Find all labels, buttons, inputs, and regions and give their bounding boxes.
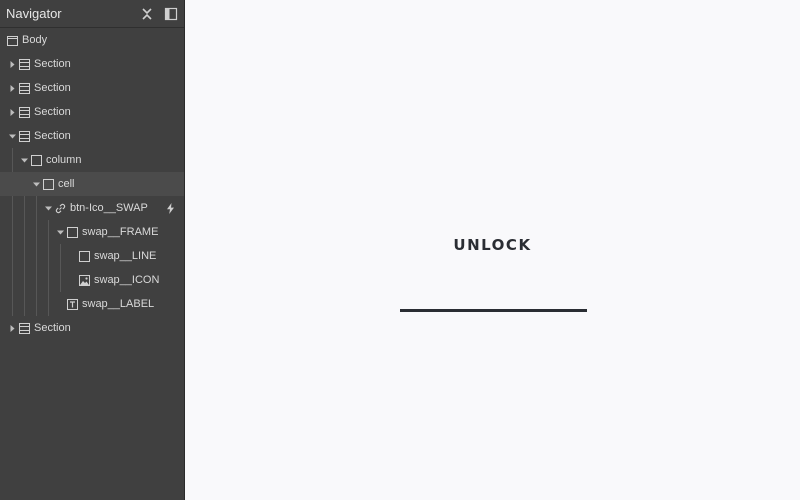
tree-item-frame[interactable]: swap__FRAME: [0, 220, 184, 244]
tree-item-label: btn-Ico__SWAP: [70, 202, 148, 214]
section-icon: [19, 58, 30, 70]
tree-item-line[interactable]: swap__LINE: [0, 244, 184, 268]
caret-down-icon[interactable]: [56, 228, 65, 237]
tree-item-label: cell: [58, 178, 75, 190]
div-block-icon: [43, 178, 54, 190]
caret-right-icon[interactable]: [8, 324, 17, 333]
caret-down-icon[interactable]: [8, 132, 17, 141]
tree-item-label-text[interactable]: swap__LABEL: [0, 292, 184, 316]
tree-item-link-block[interactable]: btn-Ico__SWAP: [0, 196, 184, 220]
interaction-bolt-icon: [167, 203, 174, 214]
navigator-title: Navigator: [6, 6, 62, 21]
div-block-icon: [67, 226, 78, 238]
section-icon: [19, 130, 30, 142]
image-icon: [79, 274, 90, 286]
tree-item-column[interactable]: column: [0, 148, 184, 172]
caret-right-icon[interactable]: [8, 60, 17, 69]
caret-right-icon[interactable]: [8, 108, 17, 117]
navigator-panel: Navigator Body Section Section Section S…: [0, 0, 185, 500]
tree-item-label: swap__LINE: [94, 250, 157, 262]
dock-panel-icon[interactable]: [164, 7, 178, 21]
design-canvas[interactable]: UNLOCK: [185, 0, 800, 500]
tree-item-section[interactable]: Section: [0, 316, 184, 340]
caret-down-icon[interactable]: [20, 156, 29, 165]
section-icon: [19, 82, 30, 94]
tree-item-label: Section: [34, 106, 71, 118]
page-icon: [7, 35, 18, 46]
div-block-icon: [31, 154, 42, 166]
div-block-icon: [79, 250, 90, 262]
tree-item-cell[interactable]: cell: [0, 172, 184, 196]
collapse-all-icon[interactable]: [140, 7, 154, 21]
tree-item-icon[interactable]: swap__ICON: [0, 268, 184, 292]
tree-item-section[interactable]: Section: [0, 124, 184, 148]
section-icon: [19, 322, 30, 334]
tree-item-label: Section: [34, 130, 71, 142]
tree-item-section[interactable]: Section: [0, 100, 184, 124]
tree-item-label: swap__FRAME: [82, 226, 159, 238]
text-block-icon: [67, 298, 78, 310]
tree-item-label: Section: [34, 58, 71, 70]
tree-item-section[interactable]: Section: [0, 76, 184, 100]
swap-line: [400, 309, 587, 312]
swap-label-text[interactable]: UNLOCK: [185, 236, 800, 254]
link-icon: [55, 203, 66, 213]
caret-right-icon[interactable]: [8, 84, 17, 93]
tree-item-label: swap__ICON: [94, 274, 160, 286]
tree-item-label: swap__LABEL: [82, 298, 155, 310]
caret-down-icon[interactable]: [44, 204, 53, 213]
navigator-header: Navigator: [0, 0, 184, 28]
tree-item-label: Section: [34, 82, 71, 94]
tree-item-label: Body: [22, 34, 48, 46]
tree-item-body[interactable]: Body: [0, 28, 184, 52]
tree-item-label: column: [46, 154, 82, 166]
tree-item-label: Section: [34, 322, 71, 334]
tree-item-section[interactable]: Section: [0, 52, 184, 76]
navigator-tree: Body Section Section Section Section col…: [0, 28, 184, 340]
caret-down-icon[interactable]: [32, 180, 41, 189]
section-icon: [19, 106, 30, 118]
